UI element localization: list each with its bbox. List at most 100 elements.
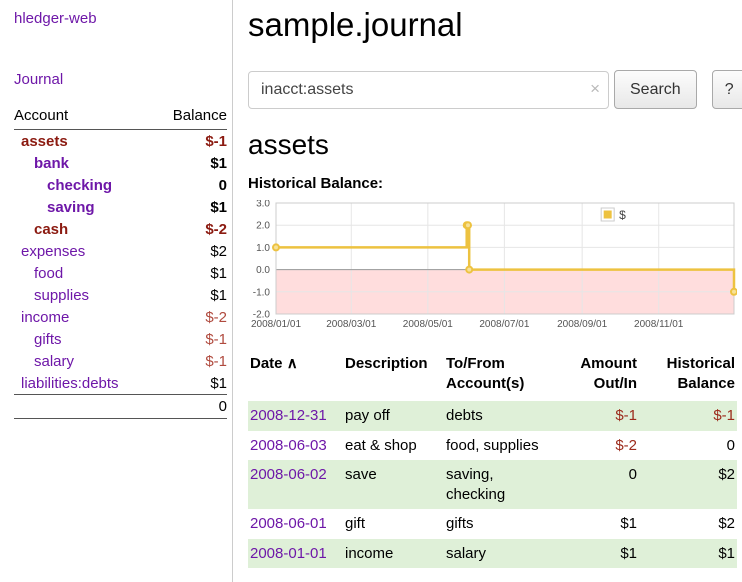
register-col-description: Description xyxy=(343,354,444,401)
account-name-cell: income xyxy=(14,306,154,328)
account-row: cash $-2 xyxy=(14,218,227,240)
account-balance: $-2 xyxy=(154,306,227,328)
transaction-date-link[interactable]: 2008-01-01 xyxy=(250,545,327,562)
account-name-cell: cash xyxy=(14,218,154,240)
account-row: saving $1 xyxy=(14,196,227,218)
account-balance: $1 xyxy=(154,262,227,284)
sort-ascending-icon: ∧ xyxy=(287,355,298,372)
register-date-cell: 2008-06-03 xyxy=(248,431,343,461)
account-link[interactable]: checking xyxy=(47,177,112,194)
account-balance: 0 xyxy=(154,174,227,196)
account-balance: $-1 xyxy=(154,350,227,372)
register-date-cell: 2008-06-02 xyxy=(248,460,343,509)
account-row: supplies$1 xyxy=(14,284,227,306)
search-bar: × Search ? xyxy=(248,70,742,109)
account-balance: $1 xyxy=(154,372,227,395)
accounts-table: Account Balance assets$-1bank$1checking0… xyxy=(14,105,227,419)
account-link[interactable]: gifts xyxy=(34,331,62,348)
chart-legend-label: $ xyxy=(619,208,626,222)
account-name-cell: saving xyxy=(14,196,154,218)
register-accounts-cell: gifts xyxy=(444,509,561,539)
chart-x-tick-label: 2008/09/01 xyxy=(557,319,607,330)
accounts-col-balance: Balance xyxy=(154,105,227,130)
register-balance-cell: $2 xyxy=(639,460,737,509)
account-row: food $1 xyxy=(14,262,227,284)
account-link[interactable]: cash xyxy=(34,221,68,238)
register-accounts-cell: food, supplies xyxy=(444,431,561,461)
accounts-total-spacer xyxy=(14,395,154,419)
clear-search-icon[interactable]: × xyxy=(590,80,600,97)
chart-x-tick-label: 2008/11/01 xyxy=(634,319,684,330)
register-balance-cell: $2 xyxy=(639,509,737,539)
journal-link[interactable]: Journal xyxy=(14,71,63,88)
historical-balance-chart: 3.02.01.00.0-1.0-2.02008/01/012008/03/01… xyxy=(248,200,737,334)
account-balance: $1 xyxy=(154,196,227,218)
register-col-date-label: Date xyxy=(250,355,283,372)
accounts-total-balance: 0 xyxy=(154,395,227,419)
help-button[interactable]: ? xyxy=(712,70,742,109)
account-name-cell: supplies xyxy=(14,284,154,306)
register-accounts-cell: debts xyxy=(444,401,561,431)
account-balance: $1 xyxy=(154,152,227,174)
transaction-date-link[interactable]: 2008-06-03 xyxy=(250,437,327,454)
account-heading: assets xyxy=(248,129,742,161)
chart-point xyxy=(731,289,737,295)
register-balance-cell: 0 xyxy=(639,431,737,461)
account-link[interactable]: assets xyxy=(21,133,68,150)
account-link[interactable]: salary xyxy=(34,353,74,370)
account-name-cell: liabilities:debts xyxy=(14,372,154,395)
account-row: assets$-1 xyxy=(14,130,227,153)
transaction-date-link[interactable]: 2008-06-01 xyxy=(250,515,327,532)
account-name-cell: assets xyxy=(14,130,154,153)
register-amount-cell: 0 xyxy=(561,460,639,509)
account-link[interactable]: bank xyxy=(34,155,69,172)
register-date-cell: 2008-01-01 xyxy=(248,539,343,569)
register-description-cell: save xyxy=(343,460,444,509)
register-balance-cell: $1 xyxy=(639,539,737,569)
register-col-date[interactable]: Date ∧ xyxy=(248,354,343,401)
chart-y-tick-label: 1.0 xyxy=(256,243,270,254)
register-description-cell: gift xyxy=(343,509,444,539)
chart-y-tick-label: -1.0 xyxy=(253,287,271,298)
register-row: 2008-06-02 savesaving, checking0$2 xyxy=(248,460,737,509)
register-accounts-cell: saving, checking xyxy=(444,460,561,509)
account-name-cell: food xyxy=(14,262,154,284)
register-amount-cell: $-2 xyxy=(561,431,639,461)
page-title: sample.journal xyxy=(248,6,742,44)
account-link[interactable]: supplies xyxy=(34,287,89,304)
hledger-web-app: hledger-web Journal Account Balance asse… xyxy=(0,0,742,582)
account-link[interactable]: food xyxy=(34,265,63,282)
accounts-header-row: Account Balance xyxy=(14,105,227,130)
chart-x-tick-label: 2008/07/01 xyxy=(479,319,529,330)
register-row: 2008-06-01giftgifts$1$2 xyxy=(248,509,737,539)
account-link[interactable]: liabilities:debts xyxy=(21,375,119,392)
chart-point xyxy=(273,244,279,250)
register-amount-cell: $1 xyxy=(561,539,639,569)
account-name-cell: salary xyxy=(14,350,154,372)
register-col-balance: Historical Balance xyxy=(639,354,737,401)
app-title-link[interactable]: hledger-web xyxy=(14,10,97,27)
register-amount-cell: $-1 xyxy=(561,401,639,431)
main-content: sample.journal × Search ? assets Histori… xyxy=(233,0,742,582)
chart-point xyxy=(466,267,472,273)
account-link[interactable]: income xyxy=(21,309,69,326)
account-row: income $-2 xyxy=(14,306,227,328)
account-link[interactable]: saving xyxy=(47,199,95,216)
accounts-col-account: Account xyxy=(14,105,154,130)
register-accounts-cell: salary xyxy=(444,539,561,569)
register-col-amount: Amount Out/In xyxy=(561,354,639,401)
accounts-total-row: 0 xyxy=(14,395,227,419)
transaction-date-link[interactable]: 2008-06-02 xyxy=(250,466,327,483)
account-link[interactable]: expenses xyxy=(21,243,85,260)
account-balance: $-2 xyxy=(154,218,227,240)
register-row: 2008-01-01incomesalary$1$1 xyxy=(248,539,737,569)
transaction-date-link[interactable]: 2008-12-31 xyxy=(250,407,327,424)
account-balance: $2 xyxy=(154,240,227,262)
register-date-cell: 2008-06-01 xyxy=(248,509,343,539)
account-row: gifts$-1 xyxy=(14,328,227,350)
account-row: salary $-1 xyxy=(14,350,227,372)
register-date-cell: 2008-12-31 xyxy=(248,401,343,431)
search-input[interactable] xyxy=(248,71,609,109)
search-button[interactable]: Search xyxy=(614,70,697,109)
account-name-cell: expenses xyxy=(14,240,154,262)
